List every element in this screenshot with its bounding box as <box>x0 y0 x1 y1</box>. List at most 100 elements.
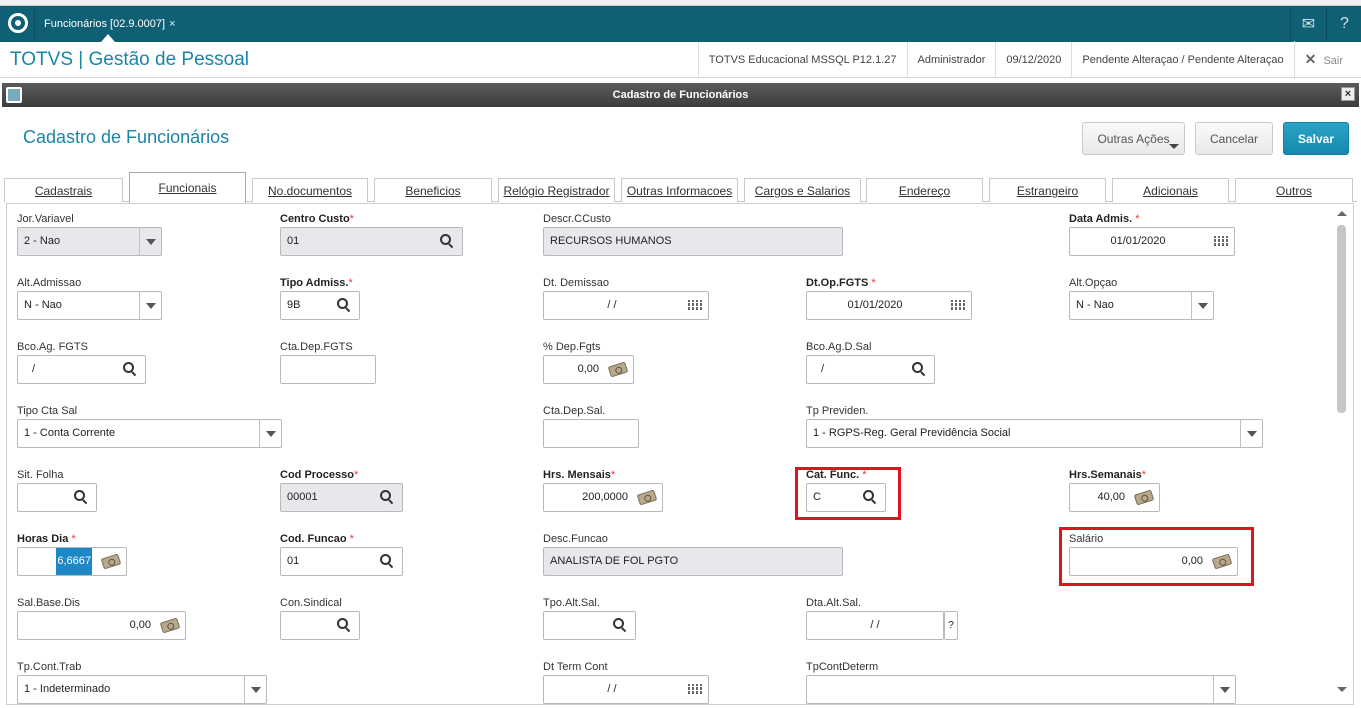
cancel-button[interactable]: Cancelar <box>1195 122 1273 155</box>
calendar-icon[interactable] <box>951 300 965 311</box>
vertical-scrollbar[interactable] <box>1335 205 1349 701</box>
tipo-cta-sal-value: 1 - Conta Corrente <box>24 427 116 439</box>
pct-dep-fgts-label: % Dep.Fgts <box>543 341 601 353</box>
bco-ag-d-sal-field[interactable]: / <box>806 355 935 384</box>
app-bar: Funcionários [02.9.0007] × ✉ ? <box>0 6 1361 42</box>
search-icon[interactable] <box>380 554 394 568</box>
tab-outros[interactable]: Outros <box>1235 178 1353 202</box>
tp-cont-trab-value: 1 - Indeterminado <box>24 683 111 695</box>
sit-folha-field[interactable] <box>17 483 97 512</box>
centro-custo-field[interactable]: 01 <box>280 227 463 256</box>
chevron-down-icon[interactable] <box>259 420 281 447</box>
save-button[interactable]: Salvar <box>1283 122 1349 155</box>
tab-relogio-registrador[interactable]: Relógio Registrador <box>498 178 615 202</box>
alt-opcao-select[interactable]: N - Nao <box>1069 291 1214 320</box>
tipo-admiss-field[interactable]: 9B <box>280 291 360 320</box>
environment-label: TOTVS Educacional MSSQL P12.1.27 <box>697 42 907 78</box>
dialog-title-bar: Cadastro de Funcionários × <box>2 83 1359 107</box>
scroll-up-icon[interactable] <box>1337 211 1347 216</box>
calendar-icon[interactable] <box>688 684 702 695</box>
cta-dep-fgts-field[interactable] <box>280 355 376 384</box>
search-icon[interactable] <box>912 362 926 376</box>
search-icon[interactable] <box>613 618 627 632</box>
data-admis-field[interactable]: 01/01/2020 <box>1069 227 1235 256</box>
tp-cont-trab-label: Tp.Cont.Trab <box>17 661 82 673</box>
chevron-down-icon[interactable] <box>1240 420 1262 447</box>
sal-base-dis-field[interactable]: 0,00 <box>17 611 186 640</box>
horas-dia-value: 6,6667 <box>56 548 92 575</box>
money-icon[interactable] <box>607 361 629 378</box>
chevron-down-icon[interactable] <box>1213 676 1235 703</box>
scroll-down-icon[interactable] <box>1337 687 1347 692</box>
cod-processo-label: Cod Processo* <box>280 469 359 481</box>
exit-button[interactable]: ✕ Sair <box>1293 41 1353 79</box>
calendar-icon[interactable] <box>1214 236 1228 247</box>
descr-ccusto-field[interactable]: RECURSOS HUMANOS <box>543 227 843 256</box>
pct-dep-fgts-field[interactable]: 0,00 <box>543 355 634 384</box>
horas-dia-label: Horas Dia * <box>17 533 76 545</box>
bco-ag-fgts-field[interactable]: / <box>17 355 146 384</box>
chevron-down-icon[interactable] <box>244 676 266 703</box>
search-icon[interactable] <box>337 298 351 312</box>
desc-funcao-field[interactable]: ANALISTA DE FOL PGTO <box>543 547 843 576</box>
money-icon[interactable] <box>100 553 122 570</box>
dt-op-fgts-value: 01/01/2020 <box>847 299 903 311</box>
search-icon[interactable] <box>380 490 394 504</box>
tab-funcionais[interactable]: Funcionais <box>129 172 246 203</box>
tp-previden-select[interactable]: 1 - RGPS-Reg. Geral Previdência Social <box>806 419 1263 448</box>
jor-variavel-select[interactable]: 2 - Nao <box>17 227 162 256</box>
bco-ag-fgts-value: / <box>32 363 36 375</box>
dialog-close-button[interactable]: × <box>1341 87 1355 101</box>
tab-outras-informacoes[interactable]: Outras Informacoes <box>621 178 738 202</box>
cod-funcao-label: Cod. Funcao * <box>280 533 354 545</box>
tipo-cta-sal-label: Tipo Cta Sal <box>17 405 78 417</box>
tpo-alt-sal-field[interactable] <box>543 611 636 640</box>
dt-op-fgts-field[interactable]: 01/01/2020 <box>806 291 972 320</box>
tab-adicionais[interactable]: Adicionais <box>1112 178 1229 202</box>
data-admis-value: 01/01/2020 <box>1110 235 1166 247</box>
money-icon[interactable] <box>159 617 181 634</box>
cod-processo-field[interactable]: 00001 <box>280 483 403 512</box>
scrollbar-thumb[interactable] <box>1337 225 1346 413</box>
calendar-icon[interactable] <box>688 300 702 311</box>
horas-dia-field[interactable]: 6,6667 <box>17 547 127 576</box>
totvs-logo-icon[interactable] <box>8 13 28 33</box>
chevron-down-icon[interactable] <box>1191 292 1213 319</box>
tab-estrangeiro[interactable]: Estrangeiro <box>989 178 1106 202</box>
close-tab-icon[interactable]: × <box>169 8 175 40</box>
search-icon[interactable] <box>123 362 137 376</box>
cod-funcao-value: 01 <box>287 555 300 567</box>
dta-alt-sal-field[interactable]: / / <box>806 611 944 640</box>
dt-term-cont-field[interactable]: / / <box>543 675 709 704</box>
cta-dep-sal-field[interactable] <box>543 419 639 448</box>
search-icon[interactable] <box>337 618 351 632</box>
mail-icon[interactable]: ✉ <box>1290 6 1326 42</box>
tab-cadastrais[interactable]: Cadastrais <box>4 178 123 202</box>
alt-opcao-label: Alt.Opçao <box>1069 277 1118 289</box>
tp-cont-trab-select[interactable]: 1 - Indeterminado <box>17 675 267 704</box>
tab-endereco[interactable]: Endereço <box>866 178 983 202</box>
tab-beneficios[interactable]: Beneficios <box>374 178 492 202</box>
dt-demissao-field[interactable]: / / <box>543 291 709 320</box>
window-icon <box>6 87 22 103</box>
more-actions-button[interactable]: Outras Ações <box>1082 122 1185 155</box>
chevron-down-icon[interactable] <box>139 228 161 255</box>
money-icon[interactable] <box>636 489 658 506</box>
con-sindical-field[interactable] <box>280 611 360 640</box>
hrs-mensais-label: Hrs. Mensais* <box>543 469 616 481</box>
hrs-mensais-field[interactable]: 200,0000 <box>543 483 663 512</box>
chevron-down-icon[interactable] <box>139 292 161 319</box>
tab-cargos-e-salarios[interactable]: Cargos e Salarios <box>744 178 861 202</box>
tab-no-documentos[interactable]: No.documentos <box>252 178 368 202</box>
search-icon[interactable] <box>74 490 88 504</box>
help-button[interactable]: ? <box>944 611 958 640</box>
money-icon[interactable] <box>1133 489 1155 506</box>
alt-admissao-select[interactable]: N - Nao <box>17 291 162 320</box>
tp-cont-determ-select[interactable] <box>806 675 1236 704</box>
cod-funcao-field[interactable]: 01 <box>280 547 403 576</box>
more-actions-label: Outras Ações <box>1097 131 1170 146</box>
tipo-cta-sal-select[interactable]: 1 - Conta Corrente <box>17 419 282 448</box>
hrs-semanais-field[interactable]: 40,00 <box>1069 483 1160 512</box>
help-icon[interactable]: ? <box>1326 6 1361 42</box>
search-icon[interactable] <box>440 234 454 248</box>
